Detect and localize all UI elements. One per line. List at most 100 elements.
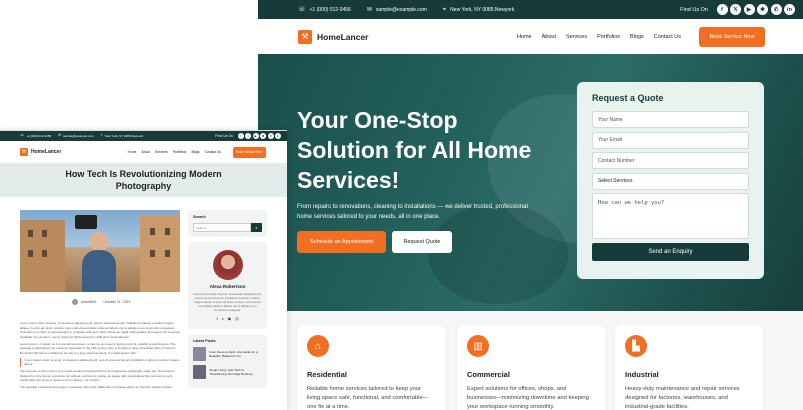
card-description: Heavy-duty maintenance and repair servic… xyxy=(625,386,740,410)
brand-logo[interactable]: ⚒ HomeLancer xyxy=(298,29,369,44)
email-text: sample@example.com xyxy=(63,134,94,138)
nav-item-blogs[interactable]: Blogs xyxy=(191,150,199,154)
author-name: Alexa Robertson xyxy=(209,284,246,289)
yelp-icon[interactable]: ✱ xyxy=(260,133,266,139)
featured-image xyxy=(20,210,180,292)
email-info[interactable]: ✉ sample@example.com xyxy=(366,5,427,13)
main-navbar: ⚒ HomeLancer Home About Services Portfol… xyxy=(258,19,803,54)
quote-form-title: Request a Quote xyxy=(592,93,664,103)
yelp-icon[interactable]: ✱ xyxy=(757,4,768,15)
latest-posts-widget: Latest Posts From Dress to Debt: Life Ha… xyxy=(188,334,267,388)
services-select[interactable]: Select Services xyxy=(592,172,749,190)
pinterest-icon[interactable]: ◉ xyxy=(228,316,232,321)
book-service-button[interactable]: Book Service Now xyxy=(699,26,765,47)
x-icon[interactable]: 𝕏 xyxy=(730,4,741,15)
card-description: Reliable home services tailored to keep … xyxy=(307,386,429,410)
x-icon[interactable]: x xyxy=(222,316,224,321)
service-card-residential[interactable]: ⌂ Residential Reliable home services tai… xyxy=(297,325,445,410)
linkedin-icon[interactable]: in xyxy=(784,4,795,15)
post-thumbnail xyxy=(193,347,207,361)
mail-icon: ✉ xyxy=(58,133,62,138)
youtube-icon[interactable]: ▶ xyxy=(252,133,259,139)
nav-item-about[interactable]: About xyxy=(542,34,556,40)
email-field[interactable]: Your Email xyxy=(592,131,749,149)
post-paragraph: The purpose of lorem ipsum is to create … xyxy=(20,369,174,382)
latest-post-item[interactable]: From Dress to Debt: Life Hacks for a Bea… xyxy=(193,347,262,361)
card-description: Expert solutions for offices, shops, and… xyxy=(467,386,589,410)
location-pin-icon: ⌖ xyxy=(442,5,447,13)
send-enquiry-button[interactable]: Send an Enquiry xyxy=(592,243,749,261)
brand-name[interactable]: HomeLancer xyxy=(31,149,61,155)
post-author[interactable]: admin500 xyxy=(81,300,96,304)
youtube-icon[interactable]: ▶ xyxy=(743,4,755,15)
factory-icon: ▙ xyxy=(625,335,647,357)
service-cards-section: ⌂ Residential Reliable home services tai… xyxy=(258,311,803,410)
nav-item-home[interactable]: Home xyxy=(517,34,532,40)
blog-sidebar: Search Search... ⌕ Alexa Robertson Lorem… xyxy=(188,210,267,393)
latest-post-title[interactable]: Smart Living: How Tech Is Transforming O… xyxy=(209,368,262,376)
facebook-icon[interactable]: f xyxy=(237,133,244,139)
blog-nav-menu: Home About Services Portfolios Blogs Con… xyxy=(123,150,221,154)
search-widget-title: Search xyxy=(193,215,206,219)
nav-item-about[interactable]: About xyxy=(141,150,150,154)
email-text: sample@example.com xyxy=(375,6,427,13)
mail-icon: ✉ xyxy=(366,5,372,13)
service-card-industrial[interactable]: ▙ Industrial Heavy-duty maintenance and … xyxy=(615,325,763,410)
post-paragraph: The passage experienced a surge in popul… xyxy=(20,385,173,389)
home-icon: ⌂ xyxy=(307,335,329,357)
phone-icon: ☏ xyxy=(20,133,25,138)
post-paragraph: Lorem ipsum dolor sit amet, consectetur … xyxy=(20,321,180,339)
blog-contact-topbar: ☏ +1 (000) 012-3456 ✉ sample@example.com ⌖… xyxy=(0,131,287,141)
address-info: ⌖ New York, NY 0089,Newyork xyxy=(442,5,515,13)
search-input[interactable]: Search... xyxy=(193,223,251,232)
hero-title: Your One-Stop Solution for All Home Serv… xyxy=(297,107,532,193)
tools-icon[interactable]: ⚒ xyxy=(20,148,28,156)
whatsapp-icon[interactable]: ✆ xyxy=(267,133,274,139)
hero-description: From repairs to renovations, cleaning to… xyxy=(297,204,528,220)
nav-item-portfolios[interactable]: Portfolios xyxy=(173,150,187,154)
nav-item-contact[interactable]: Contact Us xyxy=(205,150,221,154)
card-title: Commercial xyxy=(467,370,510,379)
latest-posts-title: Latest Posts xyxy=(193,339,216,343)
nav-item-blogs[interactable]: Blogs xyxy=(630,34,644,40)
nav-item-portfolios[interactable]: Portfolios xyxy=(597,34,620,40)
whatsapp-icon[interactable]: ✆ xyxy=(770,4,782,15)
location-pin-icon: ⌖ xyxy=(100,133,103,138)
nav-item-contact[interactable]: Contact Us xyxy=(654,34,681,40)
blog-email-info[interactable]: ✉ sample@example.com xyxy=(58,134,94,138)
book-service-button[interactable]: Book Service Now xyxy=(233,146,266,158)
post-body: Lorem ipsum dolor sit amet, consectetur … xyxy=(20,321,180,392)
phone-info[interactable]: ☏ +1 (000) 012-3456 xyxy=(298,6,351,13)
post-blockquote: "Lorem ipsum dolor sit amet, consectetur… xyxy=(20,357,180,367)
latest-post-title[interactable]: From Dress to Debt: Life Hacks for a Bea… xyxy=(209,350,262,358)
linkedin-icon[interactable]: in xyxy=(275,133,281,139)
message-textarea[interactable]: How can we help you? xyxy=(592,193,749,239)
search-icon[interactable]: ⌕ xyxy=(251,223,262,232)
find-us-label: Find Us On xyxy=(680,6,708,13)
nav-item-services[interactable]: Services xyxy=(155,150,168,154)
schedule-appointment-button[interactable]: Schedule an Appointment xyxy=(297,231,386,253)
post-paragraph: Lorem ipsum, or lipsum as it is sometime… xyxy=(20,341,176,355)
contact-number-field[interactable]: Contact Number xyxy=(592,152,749,169)
phone-text: +1 (000) 012-3456 xyxy=(26,134,52,138)
x-icon[interactable]: x xyxy=(245,133,251,139)
card-title: Industrial xyxy=(625,370,659,379)
request-quote-button[interactable]: Request Quote xyxy=(392,231,452,253)
facebook-icon[interactable]: f xyxy=(216,316,217,321)
facebook-icon[interactable]: f xyxy=(716,4,728,15)
nav-menu: Home About Services Portfolios Blogs Con… xyxy=(507,34,681,40)
author-bio: Lorem ipsum dolor sit amet, consectetur … xyxy=(193,292,262,312)
blog-post-title: How Tech Is Revolutionizing Modern Photo… xyxy=(65,169,222,191)
blog-navbar: ⚒ HomeLancer Home About Services Portfol… xyxy=(0,141,287,163)
blog-phone-info[interactable]: ☏ +1 (000) 012-3456 xyxy=(20,134,51,138)
service-card-commercial[interactable]: ▥ Commercial Expert solutions for office… xyxy=(457,325,605,410)
brand-name: HomeLancer xyxy=(317,31,369,42)
hero-section: Your One-Stop Solution for All Home Serv… xyxy=(258,54,803,311)
author-avatar xyxy=(72,299,78,305)
nav-item-home[interactable]: Home xyxy=(128,150,137,154)
contact-topbar: ☏ +1 (000) 012-3456 ✉ sample@example.com ⌖… xyxy=(258,0,803,19)
nav-item-services[interactable]: Services xyxy=(566,34,587,40)
latest-post-item[interactable]: Smart Living: How Tech Is Transforming O… xyxy=(193,365,262,379)
instagram-icon[interactable]: ◎ xyxy=(235,316,239,321)
name-field[interactable]: Your Name xyxy=(592,111,749,128)
